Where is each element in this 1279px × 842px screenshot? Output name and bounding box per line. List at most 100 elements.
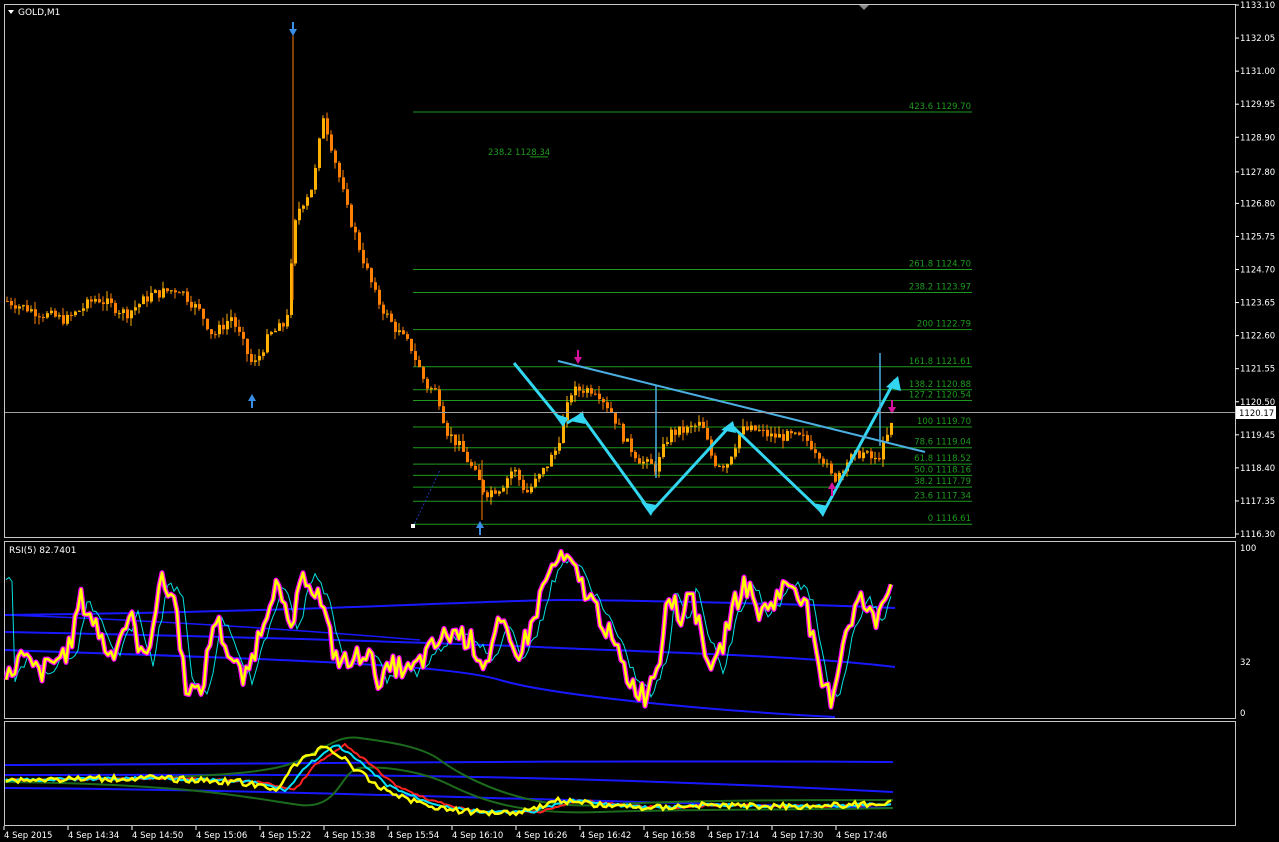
candle-body: [166, 288, 169, 292]
candle-body: [662, 444, 665, 458]
price-axis-label: 1129.95: [1240, 100, 1275, 110]
candle-body: [762, 429, 765, 431]
candle-body: [294, 220, 297, 264]
candle-body: [42, 317, 45, 319]
candle-body: [682, 426, 685, 433]
candle-body: [182, 291, 185, 293]
candle-body: [58, 315, 61, 317]
candle-body: [830, 463, 833, 474]
candle-body: [602, 399, 605, 403]
candle-body: [234, 317, 237, 327]
buy-arrow-icon: [248, 394, 256, 401]
time-axis-label: 4 Sep 15:54: [388, 831, 439, 841]
ma-panel-frame: [4, 721, 1236, 826]
fib-level-label: 238.2 1128.34: [488, 148, 550, 158]
candle-body: [338, 162, 341, 178]
candle-body: [478, 469, 481, 481]
scroll-marker-icon[interactable]: [859, 5, 869, 10]
candle-body: [546, 466, 549, 468]
fib-level-label: 61.8 1118.52: [914, 454, 971, 464]
candle-body: [610, 408, 613, 413]
time-axis-label: 4 Sep 14:50: [132, 831, 183, 841]
candle-body: [798, 432, 801, 435]
candle-body: [138, 304, 141, 308]
time-axis-label: 4 Sep 16:10: [452, 831, 503, 841]
rsi-halo-line: [3, 548, 894, 710]
sell-arrow-icon: [574, 357, 582, 364]
arrowhead-icon: [641, 502, 656, 516]
candle-body: [510, 471, 513, 479]
candle-body: [558, 442, 561, 451]
candle-body: [750, 425, 753, 431]
candle-body: [170, 290, 173, 292]
candle-body: [226, 320, 229, 330]
price-axis-label: 1124.70: [1240, 266, 1275, 276]
price-axis-label: 1125.75: [1240, 232, 1275, 242]
fib-level-label: 238.2 1123.97: [909, 282, 971, 292]
candle-body: [346, 189, 349, 205]
candle-body: [818, 453, 821, 459]
candle-body: [578, 386, 581, 391]
chart-window[interactable]: GOLD,M1 423.6 1129.70 261.8 1124.70 238.2 …: [0, 0, 1279, 842]
candle-body: [270, 332, 273, 335]
triangle-down-icon[interactable]: [8, 10, 14, 14]
candle-body: [422, 367, 425, 379]
candle-body: [714, 455, 717, 466]
ma-green-upper: [4, 736, 894, 807]
candle-body: [454, 434, 457, 446]
candle-body: [794, 432, 797, 434]
candle-body: [358, 232, 361, 250]
candle-body: [642, 461, 645, 464]
candle-body: [250, 354, 253, 362]
rsi-line: [4, 550, 893, 709]
candle-body: [606, 402, 609, 409]
candle-body: [94, 299, 97, 302]
candle-body: [874, 458, 877, 460]
candle-body: [326, 118, 329, 135]
candle-body: [70, 314, 73, 316]
candle-body: [106, 298, 109, 305]
candle-body: [30, 309, 33, 312]
rsi-axis-32: 32: [1240, 658, 1251, 668]
candle-body: [718, 465, 721, 467]
candle-body: [62, 315, 65, 324]
candle-body: [746, 426, 749, 431]
candle-body: [770, 433, 773, 437]
chart-canvas[interactable]: GOLD,M1 423.6 1129.70 261.8 1124.70 238.2 …: [0, 0, 1279, 842]
candle-body: [542, 467, 545, 475]
candle-body: [674, 429, 677, 435]
candle-body: [438, 389, 441, 407]
candle-body: [778, 434, 781, 438]
ma-cyan-line: [5, 744, 892, 815]
candle-body: [658, 457, 661, 472]
candle-body: [118, 313, 121, 315]
candle-body: [862, 452, 865, 459]
time-axis-label: 4 Sep 14:34: [68, 831, 119, 841]
candle-body: [618, 423, 621, 425]
candle-body: [402, 330, 405, 335]
candle-body: [278, 323, 281, 331]
fib-anchor-point: [411, 524, 415, 528]
fib-anchor-line: [412, 469, 441, 528]
time-axis-label: 4 Sep 15:06: [196, 831, 247, 841]
rsi-axis-100: 100: [1240, 544, 1256, 554]
candle-body: [734, 448, 737, 457]
fib-level-label: 50.0 1118.16: [914, 465, 971, 475]
candle-body: [142, 296, 145, 305]
candle-body: [194, 304, 197, 308]
time-axis-label: 4 Sep 17:30: [772, 831, 823, 841]
candle-body: [318, 138, 321, 168]
price-axis-label: 1133.10: [1240, 1, 1275, 11]
candle-body: [186, 291, 189, 302]
fib-level-label: 200 1122.79: [917, 320, 971, 330]
candle-body: [6, 300, 9, 302]
time-axis-label: 4 Sep 17:14: [708, 831, 759, 841]
candle-body: [574, 386, 577, 396]
candle-body: [758, 429, 761, 431]
candle-body: [122, 309, 125, 314]
candle-body: [594, 393, 597, 395]
candle-body: [342, 177, 345, 190]
candle-body: [98, 299, 101, 303]
candle-body: [406, 334, 409, 339]
rsi-label: RSI(5) 82.7401: [9, 546, 76, 556]
